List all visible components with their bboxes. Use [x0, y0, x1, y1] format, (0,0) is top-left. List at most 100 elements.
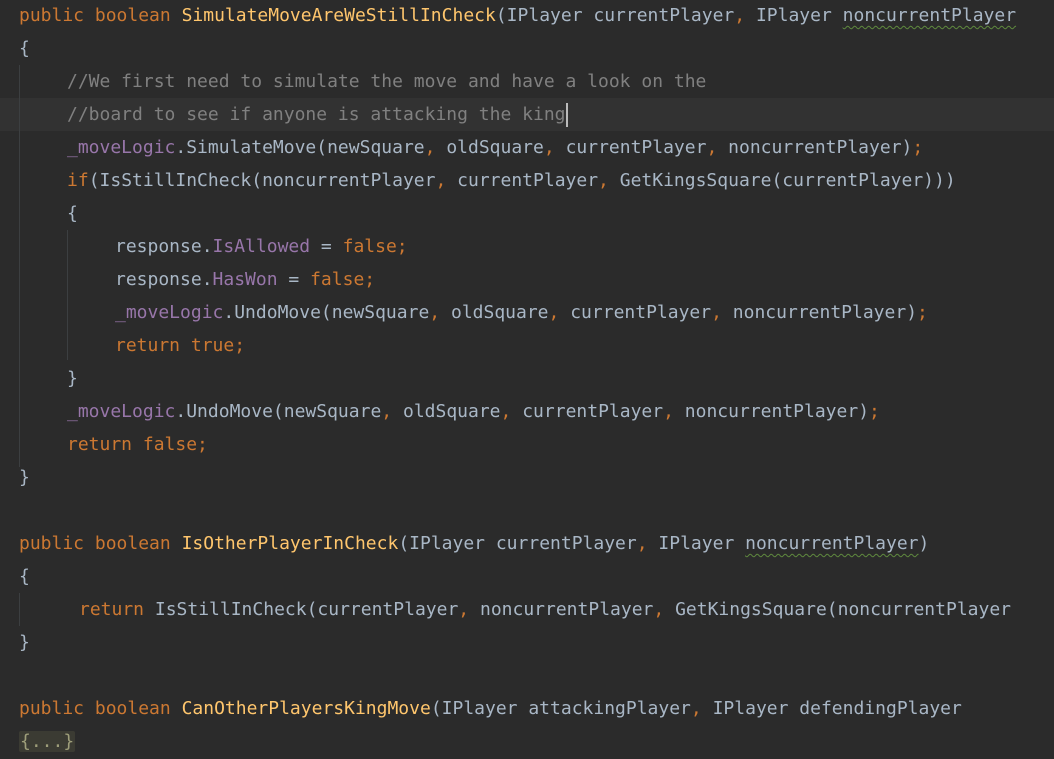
code-token: }	[19, 467, 30, 488]
indent-guide	[67, 230, 68, 360]
code-token: noncurrentPlayer)	[684, 401, 870, 422]
code-line[interactable]: //board to see if anyone is attacking th…	[0, 98, 1054, 131]
code-token: (IPlayer currentPlayer	[495, 5, 735, 26]
code-line[interactable]: public boolean CanOtherPlayersKingMove(I…	[0, 692, 1054, 725]
code-line[interactable]: }	[0, 461, 1054, 494]
code-token: _moveLogic	[67, 401, 176, 422]
code-line[interactable]	[0, 494, 1054, 527]
code-line[interactable]: {...}	[0, 725, 1054, 758]
code-token: ;	[912, 137, 924, 158]
code-token: CanOtherPlayersKingMove	[181, 698, 431, 719]
code-token: }	[67, 368, 78, 389]
code-token: IsAllowed	[212, 236, 311, 257]
code-line[interactable]: return false;	[0, 428, 1054, 461]
code-token: oldSquare	[450, 302, 549, 323]
folded-code-block[interactable]: {...}	[19, 731, 76, 752]
code-line-content: if(IsStillInCheck(noncurrentPlayer, curr…	[67, 164, 956, 197]
code-token: _moveLogic	[67, 137, 176, 158]
code-line-content: public boolean CanOtherPlayersKingMove(I…	[19, 692, 962, 725]
code-token: ,	[598, 170, 620, 191]
code-token: response.	[115, 269, 213, 290]
code-line[interactable]: }	[0, 362, 1054, 395]
code-token: IPlayer	[755, 5, 843, 26]
code-line[interactable]: _moveLogic.UndoMove(newSquare, oldSquare…	[0, 395, 1054, 428]
code-token: ,	[381, 401, 403, 422]
code-token: {	[19, 38, 30, 59]
code-token: if	[67, 170, 89, 191]
code-token: noncurrentPlayer	[479, 599, 654, 620]
code-token: currentPlayer	[522, 401, 664, 422]
code-line[interactable]: if(IsStillInCheck(noncurrentPlayer, curr…	[0, 164, 1054, 197]
code-token: public	[19, 698, 95, 719]
code-line-content: }	[67, 362, 78, 395]
code-token: ,	[734, 5, 756, 26]
code-token: return	[67, 434, 143, 455]
code-token: boolean	[94, 5, 182, 26]
code-line-content: public boolean SimulateMoveAreWeStillInC…	[19, 0, 1016, 32]
code-line[interactable]: public boolean SimulateMoveAreWeStillInC…	[0, 0, 1054, 32]
code-token: IPlayer defendingPlayer	[712, 698, 962, 719]
code-editor[interactable]: public boolean SimulateMoveAreWeStillInC…	[0, 0, 1054, 759]
code-token: ,	[543, 137, 566, 158]
code-line[interactable]: return IsStillInCheck(currentPlayer, non…	[0, 593, 1054, 626]
code-line[interactable]: _moveLogic.SimulateMove(newSquare, oldSq…	[0, 131, 1054, 164]
code-token: currentPlayer	[570, 302, 712, 323]
code-line[interactable]	[0, 659, 1054, 692]
code-line-content: //board to see if anyone is attacking th…	[67, 98, 566, 131]
code-token: public	[19, 5, 95, 26]
code-token: SimulateMove(newSquare	[186, 137, 425, 158]
code-token: ,	[429, 302, 451, 323]
code-line[interactable]: }	[0, 626, 1054, 659]
code-token: ;	[234, 335, 246, 356]
code-token: return	[115, 335, 191, 356]
code-line-content: }	[19, 626, 30, 659]
code-line[interactable]: response.IsAllowed = false;	[0, 230, 1054, 263]
code-token: //We first need to simulate the move and…	[67, 71, 707, 92]
code-token: ,	[548, 302, 571, 323]
code-line[interactable]: {	[0, 32, 1054, 65]
code-token: noncurrentPlayer	[842, 5, 1017, 26]
code-line[interactable]: //We first need to simulate the move and…	[0, 65, 1054, 98]
code-token: SimulateMoveAreWeStillInCheck	[181, 5, 496, 26]
code-token: ;	[364, 269, 376, 290]
code-line[interactable]: {	[0, 560, 1054, 593]
code-token: ,	[706, 137, 729, 158]
code-line-content: return false;	[67, 428, 208, 461]
code-token: (IPlayer currentPlayer	[398, 533, 637, 554]
code-line-content: _moveLogic.UndoMove(newSquare, oldSquare…	[67, 395, 880, 428]
code-line-content: {	[67, 197, 78, 230]
code-token: ,	[458, 599, 480, 620]
code-token: return	[79, 599, 155, 620]
code-token: ;	[396, 236, 408, 257]
code-token: boolean	[94, 533, 182, 554]
code-token: ,	[663, 401, 685, 422]
code-token: UndoMove(newSquare	[234, 302, 430, 323]
code-token: noncurrentPlayer)	[732, 302, 918, 323]
indent-guide	[19, 593, 20, 626]
code-token: {	[19, 566, 30, 587]
code-line-content: return true;	[115, 329, 245, 362]
code-line[interactable]: _moveLogic.UndoMove(newSquare, oldSquare…	[0, 296, 1054, 329]
code-token: false	[342, 236, 397, 257]
code-line-content: _moveLogic.UndoMove(newSquare, oldSquare…	[115, 296, 928, 329]
text-cursor	[566, 103, 568, 127]
code-token: ,	[500, 401, 523, 422]
code-line[interactable]: public boolean IsOtherPlayerInCheck(IPla…	[0, 527, 1054, 560]
code-line-content: {	[19, 32, 30, 65]
code-token: ,	[711, 302, 733, 323]
code-token: UndoMove(newSquare	[186, 401, 382, 422]
code-token: currentPlayer	[565, 137, 707, 158]
code-token: oldSquare	[446, 137, 544, 158]
code-line[interactable]: return true;	[0, 329, 1054, 362]
code-token: =	[277, 269, 311, 290]
code-token: (IPlayer attackingPlayer	[430, 698, 691, 719]
code-token: true	[190, 335, 235, 356]
code-line[interactable]: response.HasWon = false;	[0, 263, 1054, 296]
code-token: IsOtherPlayerInCheck	[181, 533, 399, 554]
code-token: .	[175, 137, 187, 158]
code-token: GetKingsSquare(noncurrentPlayer	[675, 599, 1012, 620]
code-token: response.	[115, 236, 213, 257]
code-token: ,	[435, 170, 458, 191]
code-line[interactable]: {	[0, 197, 1054, 230]
code-token: }	[19, 632, 30, 653]
